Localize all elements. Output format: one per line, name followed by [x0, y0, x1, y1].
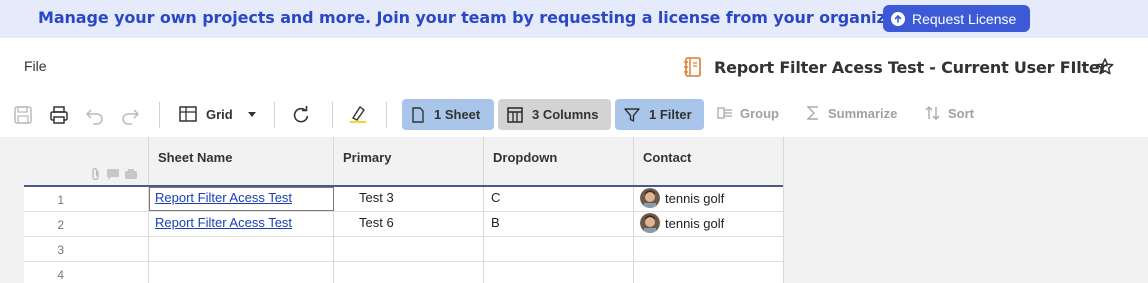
summarize-icon [806, 106, 818, 120]
header-divider [24, 185, 783, 187]
info-icon [891, 11, 905, 26]
sheet-name-link[interactable]: Report Filter Acess Test [155, 215, 292, 230]
group-icon [717, 107, 732, 119]
proof-icon [125, 169, 137, 179]
banner-message: Manage your own projects and more. Join … [38, 8, 938, 27]
columns-icon [507, 106, 523, 123]
view-label: Grid [206, 106, 233, 122]
license-banner: Manage your own projects and more. Join … [0, 0, 1148, 38]
undo-icon[interactable] [84, 104, 106, 126]
primary-cell[interactable]: Test 3 [359, 190, 394, 205]
row-number[interactable]: 4 [24, 268, 64, 282]
sheet-icon [412, 106, 424, 123]
dropdown-cell[interactable]: B [491, 215, 500, 230]
attachment-icon [92, 168, 99, 181]
row-number[interactable]: 2 [24, 218, 64, 232]
save-icon[interactable] [12, 104, 34, 126]
filter-pill-label: 1 Filter [649, 107, 692, 122]
request-license-button[interactable]: Request License [883, 5, 1030, 32]
column-header-dropdown[interactable]: Dropdown [493, 150, 557, 165]
column-header-primary[interactable]: Primary [343, 150, 391, 165]
request-license-label: Request License [912, 10, 1017, 27]
avatar [640, 213, 660, 233]
column-header-contact[interactable]: Contact [643, 150, 691, 165]
sort-icon [925, 106, 940, 120]
filter-pill[interactable]: 1 Filter [615, 99, 704, 130]
row-indicator-icons [90, 167, 138, 181]
file-menu[interactable]: File [24, 58, 47, 74]
columns-pill[interactable]: 3 Columns [498, 99, 611, 130]
columns-pill-label: 3 Columns [532, 107, 599, 122]
sheet-title: Report Filter Acess Test - Current User … [714, 58, 1108, 77]
sort-label: Sort [948, 105, 974, 121]
sheet-name-link[interactable]: Report Filter Acess Test [155, 190, 292, 205]
grid-view-icon [179, 106, 197, 122]
row-number[interactable]: 1 [24, 193, 64, 207]
notebook-icon [684, 57, 701, 77]
sheet-pill-label: 1 Sheet [434, 107, 481, 122]
sort-button[interactable]: Sort [924, 104, 974, 122]
view-switcher[interactable]: Grid [178, 104, 259, 124]
column-header-sheet-name[interactable]: Sheet Name [158, 150, 232, 165]
star-icon[interactable] [1095, 57, 1115, 77]
redo-icon[interactable] [119, 104, 141, 126]
print-icon[interactable] [48, 104, 70, 126]
avatar [640, 188, 660, 208]
summarize-label: Summarize [828, 105, 898, 121]
contact-cell[interactable]: tennis golf [665, 191, 724, 206]
group-button[interactable]: Group [716, 104, 779, 122]
highlight-icon[interactable] [347, 103, 369, 125]
dropdown-cell[interactable]: C [491, 190, 500, 205]
primary-cell[interactable]: Test 6 [359, 215, 394, 230]
caret-down-icon [247, 112, 256, 117]
contact-cell[interactable]: tennis golf [665, 216, 724, 231]
refresh-icon[interactable] [290, 104, 312, 126]
sheet-pill[interactable]: 1 Sheet [402, 99, 494, 130]
comment-icon [107, 169, 119, 180]
summarize-button[interactable]: Summarize [804, 104, 897, 122]
row-number[interactable]: 3 [24, 243, 64, 257]
filter-icon [624, 107, 640, 122]
group-label: Group [740, 105, 779, 121]
